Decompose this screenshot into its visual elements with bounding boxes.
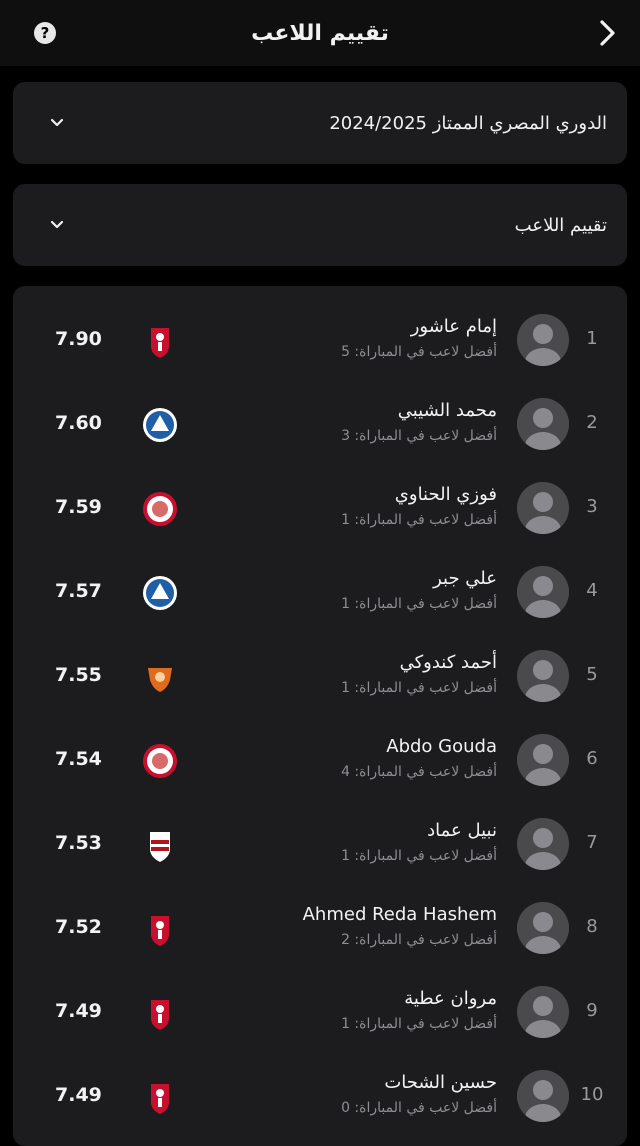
player-row[interactable]: 1 إمام عاشور أفضل لاعب في المباراة: 5 7.… — [13, 300, 627, 384]
league-dropdown[interactable]: الدوري المصري الممتاز 2024/2025 — [13, 82, 627, 164]
player-avatar — [517, 482, 569, 534]
ahly-crest-icon — [139, 1076, 181, 1118]
player-avatar — [517, 398, 569, 450]
pyramids-crest-icon — [139, 404, 181, 446]
player-rating: 7.53 — [55, 832, 102, 854]
help-icon[interactable]: ? — [34, 22, 56, 44]
player-row[interactable]: 2 محمد الشيبي أفضل لاعب في المباراة: 3 7… — [13, 384, 627, 468]
man-of-match-count: أفضل لاعب في المباراة: 1 — [341, 1016, 497, 1032]
man-of-match-count: أفضل لاعب في المباراة: 1 — [341, 680, 497, 696]
chevron-down-icon — [50, 220, 64, 229]
player-name: مروان عطية — [404, 988, 497, 1009]
chevron-down-icon — [50, 118, 64, 127]
back-button[interactable] — [590, 15, 626, 51]
stat-dropdown[interactable]: تقييم اللاعب — [13, 184, 627, 266]
player-row[interactable]: 8 Ahmed Reda Hashem أفضل لاعب في المبارا… — [13, 888, 627, 972]
player-avatar — [517, 650, 569, 702]
player-rating: 7.57 — [55, 580, 102, 602]
player-name: Ahmed Reda Hashem — [302, 904, 497, 925]
player-row[interactable]: 6 Abdo Gouda أفضل لاعب في المباراة: 4 7.… — [13, 720, 627, 804]
player-avatar — [517, 1070, 569, 1122]
player-name: نبيل عماد — [427, 820, 497, 841]
player-row[interactable]: 9 مروان عطية أفضل لاعب في المباراة: 1 7.… — [13, 972, 627, 1056]
rank-number: 2 — [586, 412, 598, 433]
orange-shield-crest-icon — [139, 656, 181, 698]
player-name: Abdo Gouda — [386, 736, 497, 757]
player-name: علي جبر — [433, 568, 497, 589]
pyramids-crest-icon — [139, 572, 181, 614]
player-name: محمد الشيبي — [397, 400, 497, 421]
round-red-crest-icon — [139, 740, 181, 782]
chevron-right-icon — [600, 20, 615, 46]
ahly-crest-icon — [139, 320, 181, 362]
player-name: أحمد كندوكي — [399, 652, 497, 673]
round-red-crest-icon — [139, 488, 181, 530]
rank-number: 3 — [586, 496, 598, 517]
player-rating: 7.54 — [55, 748, 102, 770]
rank-number: 10 — [580, 1084, 604, 1105]
player-rating: 7.59 — [55, 496, 102, 518]
rank-number: 7 — [586, 832, 598, 853]
page-title: تقييم اللاعب — [251, 20, 389, 46]
player-avatar — [517, 314, 569, 366]
player-name: فوزي الحناوي — [394, 484, 497, 505]
man-of-match-count: أفضل لاعب في المباراة: 1 — [341, 596, 497, 612]
rank-number: 6 — [586, 748, 598, 769]
player-name: حسين الشحات — [384, 1072, 497, 1093]
player-rating: 7.49 — [55, 1084, 102, 1106]
rank-number: 4 — [586, 580, 598, 601]
player-rating: 7.60 — [55, 412, 102, 434]
rank-number: 9 — [586, 1000, 598, 1021]
player-row[interactable]: 7 نبيل عماد أفضل لاعب في المباراة: 1 7.5… — [13, 804, 627, 888]
player-row[interactable]: 10 حسين الشحات أفضل لاعب في المباراة: 0 … — [13, 1056, 627, 1140]
man-of-match-count: أفضل لاعب في المباراة: 1 — [341, 848, 497, 864]
player-avatar — [517, 902, 569, 954]
ahly-crest-icon — [139, 908, 181, 950]
player-row[interactable]: 5 أحمد كندوكي أفضل لاعب في المباراة: 1 7… — [13, 636, 627, 720]
player-avatar — [517, 986, 569, 1038]
player-rating: 7.55 — [55, 664, 102, 686]
player-avatar — [517, 566, 569, 618]
stat-label: تقييم اللاعب — [514, 214, 607, 236]
top-bar: ? تقييم اللاعب — [0, 0, 640, 66]
ahly-crest-icon — [139, 992, 181, 1034]
man-of-match-count: أفضل لاعب في المباراة: 0 — [341, 1100, 497, 1116]
zamalek-crest-icon — [139, 824, 181, 866]
rank-number: 1 — [586, 328, 598, 349]
player-rating: 7.90 — [55, 328, 102, 350]
player-row[interactable]: 3 فوزي الحناوي أفضل لاعب في المباراة: 1 … — [13, 468, 627, 552]
player-rating: 7.52 — [55, 916, 102, 938]
man-of-match-count: أفضل لاعب في المباراة: 2 — [341, 932, 497, 948]
rank-number: 8 — [586, 916, 598, 937]
man-of-match-count: أفضل لاعب في المباراة: 4 — [341, 764, 497, 780]
player-row[interactable]: 4 علي جبر أفضل لاعب في المباراة: 1 7.57 — [13, 552, 627, 636]
player-ranking-list: 1 إمام عاشور أفضل لاعب في المباراة: 5 7.… — [13, 286, 627, 1146]
player-avatar — [517, 818, 569, 870]
rank-number: 5 — [586, 664, 598, 685]
man-of-match-count: أفضل لاعب في المباراة: 5 — [341, 344, 497, 360]
league-label: الدوري المصري الممتاز 2024/2025 — [329, 112, 607, 134]
player-name: إمام عاشور — [410, 316, 497, 337]
player-rating: 7.49 — [55, 1000, 102, 1022]
man-of-match-count: أفضل لاعب في المباراة: 3 — [341, 428, 497, 444]
player-avatar — [517, 734, 569, 786]
man-of-match-count: أفضل لاعب في المباراة: 1 — [341, 512, 497, 528]
